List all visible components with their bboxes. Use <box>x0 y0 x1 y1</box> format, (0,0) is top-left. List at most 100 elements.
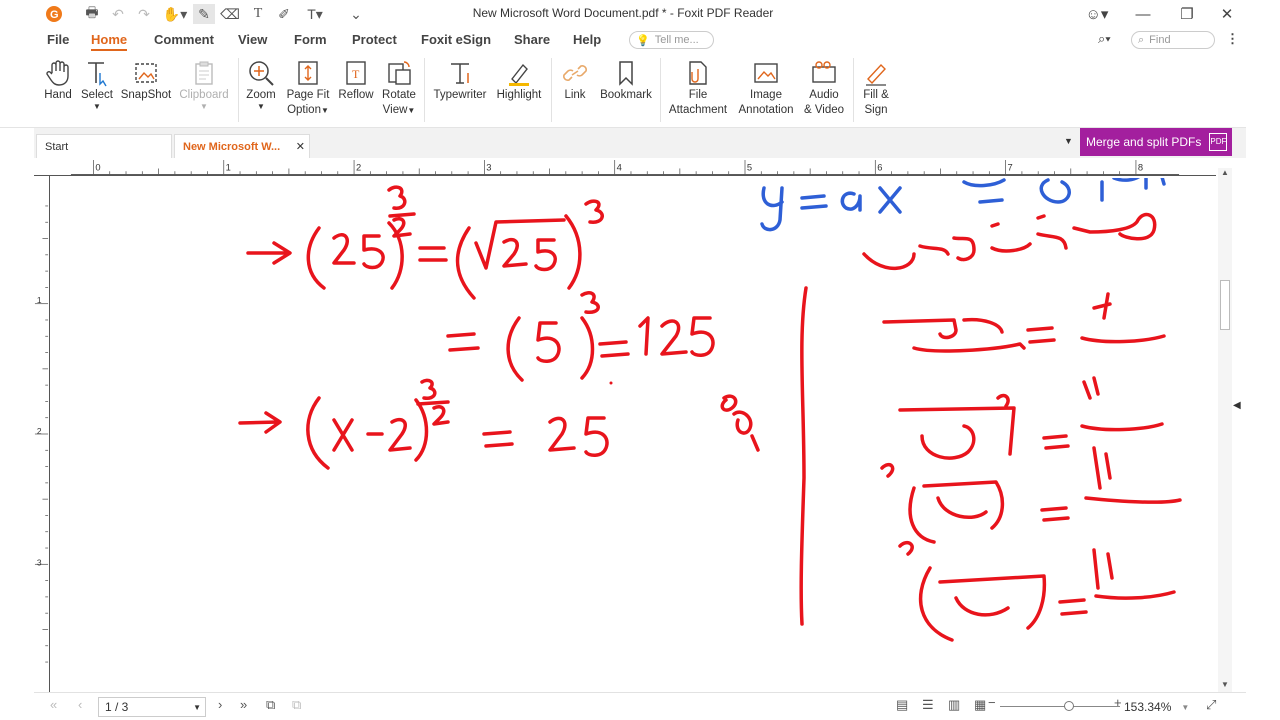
close-button[interactable]: ✕ <box>1210 2 1244 26</box>
svg-text:T: T <box>352 67 360 81</box>
select-dropdown-icon: ▼ <box>93 102 101 111</box>
restore-button[interactable]: ❐ <box>1170 2 1204 26</box>
find-input[interactable]: ⌕ Find <box>1131 31 1215 49</box>
image-annotation-button[interactable]: Image Annotation <box>734 58 798 118</box>
zoom-slider-thumb[interactable] <box>1064 701 1074 711</box>
rotate-dropdown-icon: ▼ <box>407 106 416 115</box>
ribbon-toolbar: Hand Select ▼ SnapShot Clipboard ▼ Zoom … <box>0 52 1246 128</box>
clipboard-icon <box>176 58 232 88</box>
menu-protect[interactable]: Protect <box>352 32 397 47</box>
last-page-icon[interactable]: » <box>240 697 247 712</box>
audio-video-button[interactable]: Audio & Video <box>800 58 848 118</box>
facing-view-icon[interactable]: ▥ <box>948 697 960 713</box>
zoom-label: Zoom <box>246 89 276 101</box>
next-view-icon[interactable]: ⧉ <box>292 697 301 713</box>
merge-pdf-icon: PDF <box>1209 133 1228 151</box>
horizontal-ruler: 0 1 2 3 4 5 6 7 8 <box>34 160 1216 176</box>
clipboard-button[interactable]: Clipboard ▼ <box>176 58 232 111</box>
clipboard-label: Clipboard <box>179 89 229 101</box>
menu-comment[interactable]: Comment <box>154 32 214 47</box>
zoom-in-icon[interactable]: + <box>1114 695 1122 710</box>
file-attachment-button[interactable]: File Attachment <box>666 58 730 118</box>
menu-share[interactable]: Share <box>514 32 550 47</box>
zoom-slider-track[interactable] <box>1000 706 1120 707</box>
highlight-button[interactable]: Highlight <box>494 58 544 103</box>
tell-me-box[interactable]: 💡 Tell me... <box>629 31 714 49</box>
tab-document[interactable]: New Microsoft W... ✕ <box>174 134 310 158</box>
snapshot-label: SnapShot <box>120 89 172 101</box>
tell-me-placeholder: Tell me... <box>654 34 699 46</box>
menu-view[interactable]: View <box>238 32 267 47</box>
select-tool-button[interactable]: Select ▼ <box>80 58 114 111</box>
bookmark-button[interactable]: Bookmark <box>598 58 654 103</box>
menu-home[interactable]: Home <box>91 32 128 51</box>
zoom-level-input[interactable]: 153.34% ▼ <box>1124 697 1196 717</box>
tab-start-label: Start <box>45 140 69 153</box>
lightbulb-icon: 💡 <box>636 34 650 47</box>
vertical-scrollbar[interactable]: ▲ ▼ <box>1218 168 1232 692</box>
link-button[interactable]: Link <box>558 58 592 103</box>
search-icon: ⌕ <box>1138 33 1145 46</box>
prev-page-icon[interactable]: ‹ <box>78 697 82 712</box>
menu-file[interactable]: File <box>47 32 69 47</box>
typewriter-icon <box>430 58 490 88</box>
continuous-view-icon[interactable]: ☰ <box>922 697 934 713</box>
page-number-input[interactable]: 1 / 3 ▼ <box>98 697 206 717</box>
tab-list-dropdown-icon[interactable]: ▼ <box>1064 136 1073 146</box>
snapshot-icon <box>120 58 172 88</box>
search-options-icon[interactable]: ⌕▾ <box>1098 31 1111 47</box>
menu-help[interactable]: Help <box>573 32 601 47</box>
ruler-label-7: 7 <box>1008 162 1013 172</box>
first-page-icon[interactable]: « <box>50 697 57 712</box>
highlight-label: Highlight <box>496 89 542 101</box>
select-text-icon <box>80 58 114 88</box>
rotate-view-button[interactable]: Rotate View▼ <box>380 58 418 118</box>
typewriter-button[interactable]: Typewriter <box>430 58 490 103</box>
single-page-view-icon[interactable]: ▤ <box>896 697 908 713</box>
link-icon <box>558 58 592 88</box>
next-page-icon[interactable]: › <box>218 697 222 712</box>
rotate-label-2-row: View▼ <box>380 103 418 118</box>
merge-split-pdfs-button[interactable]: Merge and split PDFs PDF <box>1080 128 1232 156</box>
clipboard-dropdown-icon: ▼ <box>200 102 208 111</box>
handwritten-side-note <box>720 394 760 452</box>
page-number-value: 1 / 3 <box>105 700 129 714</box>
fullscreen-icon[interactable]: ⤢ <box>1206 697 1216 713</box>
collapse-panel-icon[interactable]: ◀ <box>1233 400 1241 411</box>
document-viewport[interactable]: 0 1 2 3 4 5 6 7 8 1 2 3 ▲ ▼ <box>34 158 1246 692</box>
handwritten-arabic-title <box>862 212 1157 271</box>
rotate-view-icon <box>380 58 418 88</box>
handwritten-blue-equation <box>760 178 1166 232</box>
continuous-facing-view-icon[interactable]: ▦ <box>974 697 986 713</box>
minimize-button[interactable]: — <box>1126 2 1160 26</box>
previous-view-icon[interactable]: ⧉ <box>266 697 275 713</box>
menu-foxit-esign[interactable]: Foxit eSign <box>421 32 491 47</box>
window-title: New Microsoft Word Document.pdf * - Foxi… <box>472 6 774 20</box>
page-canvas[interactable] <box>52 178 1217 692</box>
scroll-thumb[interactable] <box>1220 280 1230 330</box>
ribbon-separator <box>853 58 854 122</box>
handwritten-line-1 <box>246 185 604 300</box>
zoom-out-icon[interactable]: − <box>988 695 996 710</box>
highlight-icon <box>494 58 544 88</box>
typewriter-label: Typewriter <box>433 89 487 101</box>
audio-video-label-1: Audio <box>809 89 839 101</box>
snapshot-button[interactable]: SnapShot <box>120 58 172 103</box>
merge-split-label: Merge and split PDFs <box>1086 135 1202 149</box>
account-icon[interactable]: ☺▾ <box>1080 2 1114 26</box>
scroll-down-icon[interactable]: ▼ <box>1221 680 1229 689</box>
page-fit-option-button[interactable]: Page Fit Option▼ <box>284 58 332 118</box>
fill-sign-button[interactable]: Fill & Sign <box>858 58 894 118</box>
more-options-icon[interactable]: ⋮ <box>1226 31 1239 47</box>
reflow-label: Reflow <box>338 89 374 101</box>
handwritten-property-3 <box>880 446 1182 544</box>
tab-start[interactable]: Start <box>36 134 172 158</box>
scroll-up-icon[interactable]: ▲ <box>1221 168 1229 177</box>
reflow-button[interactable]: T Reflow <box>337 58 375 103</box>
menu-form[interactable]: Form <box>294 32 327 47</box>
zoom-button[interactable]: Zoom ▼ <box>243 58 279 111</box>
ruler-label-1: 1 <box>226 162 231 172</box>
hand-tool-button[interactable]: Hand <box>40 58 76 103</box>
zoom-level-dropdown-icon: ▼ <box>1181 702 1190 712</box>
close-tab-icon[interactable]: ✕ <box>296 140 305 153</box>
